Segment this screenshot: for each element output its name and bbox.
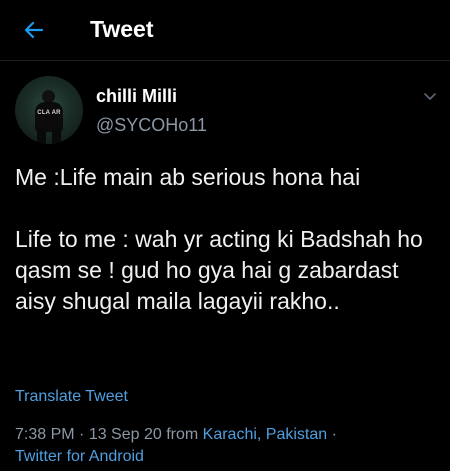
- location-link[interactable]: Karachi, Pakistan: [203, 426, 328, 443]
- tweet-date: 13 Sep 20: [88, 426, 162, 443]
- top-bar: Tweet: [0, 0, 450, 61]
- tweet-paragraph: Life to me : wah yr acting ki Badshah ho…: [15, 226, 423, 314]
- back-button[interactable]: [18, 14, 50, 46]
- avatar[interactable]: CLA AR: [15, 76, 83, 144]
- avatar-caption: CLA AR: [37, 110, 61, 116]
- page-title: Tweet: [90, 16, 154, 42]
- arrow-left-icon: [24, 21, 44, 39]
- tweet-metadata: 7:38 PM · 13 Sep 20 from Karachi, Pakist…: [15, 424, 440, 468]
- author-handle[interactable]: @SYCOHo11: [96, 115, 207, 136]
- translate-tweet-link[interactable]: Translate Tweet: [15, 388, 128, 406]
- source-link[interactable]: Twitter for Android: [15, 448, 144, 465]
- meta-separator: ·: [74, 426, 89, 443]
- chevron-down-icon: [424, 93, 436, 100]
- tweet-paragraph: Me :Life main ab serious hona hai: [15, 164, 361, 190]
- meta-separator: ·: [327, 426, 337, 443]
- author-display-name[interactable]: chilli Milli: [96, 86, 177, 107]
- tweet-text: Me :Life main ab serious hona hai Life t…: [15, 162, 440, 317]
- tweet-time: 7:38 PM: [15, 426, 75, 443]
- from-label: from: [161, 426, 203, 443]
- tweet-menu-button[interactable]: [420, 86, 440, 106]
